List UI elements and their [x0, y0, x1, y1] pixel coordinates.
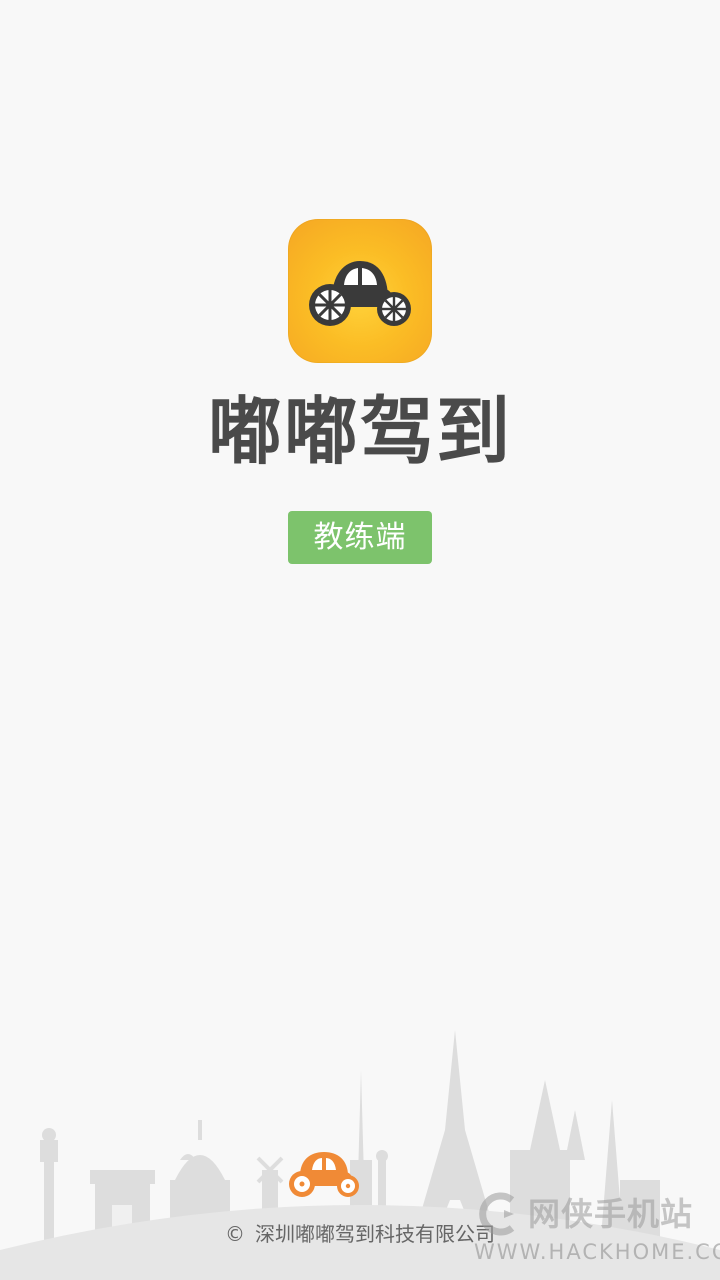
company-name: 深圳嘟嘟驾到科技有限公司: [255, 1222, 495, 1246]
app-title: 嘟嘟驾到: [208, 389, 512, 475]
role-badge: 教练端: [288, 511, 432, 564]
watermark-url: WWW.HACKHOME.COM: [474, 1240, 720, 1264]
car-icon: [289, 1152, 359, 1197]
splash-screen: 嘟嘟驾到 教练端 © 深圳嘟嘟驾到科技有限公司 网侠手机站 WWW.HACKHO…: [0, 0, 720, 1280]
watermark-logo-icon: [479, 1192, 515, 1236]
app-logo: [288, 219, 432, 363]
car-icon: [309, 261, 411, 326]
watermark-name: 网侠手机站: [528, 1195, 694, 1233]
copyright-symbol: ©: [225, 1222, 245, 1246]
watermark: 网侠手机站 WWW.HACKHOME.COM: [470, 1190, 720, 1275]
